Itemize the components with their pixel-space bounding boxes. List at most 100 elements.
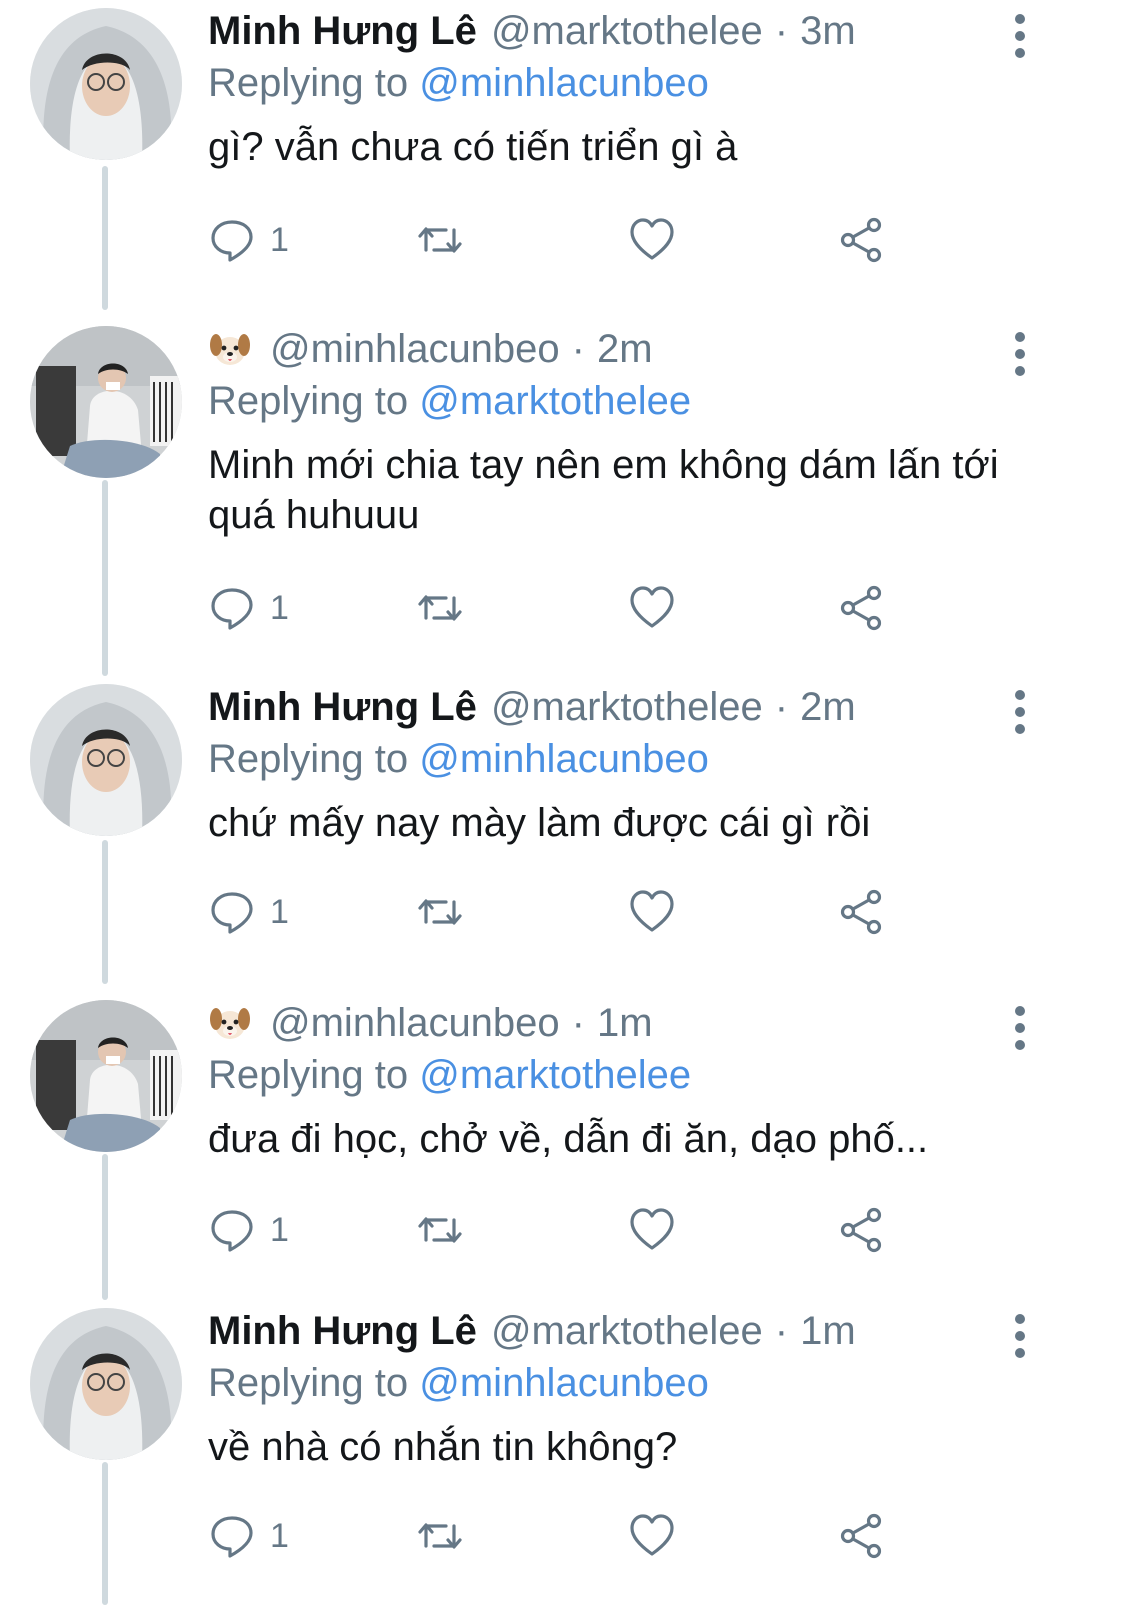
tweet[interactable]: Minh Hưng Lê @marktothelee · 1m Replying…: [0, 1300, 1125, 1605]
retweet-button[interactable]: [416, 210, 464, 270]
speech-bubble-icon: [211, 892, 253, 934]
share-nodes-icon: [840, 1513, 882, 1559]
heart-outline-icon: [630, 586, 674, 628]
tweet-text: đưa đi học, chở về, dẫn đi ăn, dạo phố..…: [208, 1117, 929, 1161]
heart-outline-icon: [630, 218, 674, 260]
tweet-timestamp[interactable]: 2m: [597, 324, 653, 374]
replying-to-mention[interactable]: @marktothelee: [419, 1053, 691, 1097]
replying-to-label: Replying to: [208, 61, 409, 105]
tweet-header: Minh Hưng Lê @marktothelee · 1m: [208, 1306, 856, 1356]
reply-button[interactable]: 1: [208, 1200, 289, 1260]
tweet[interactable]: @minhlacunbeo · 2m Replying to @marktoth…: [0, 318, 1125, 668]
tweet-header: @minhlacunbeo · 1m: [208, 998, 653, 1048]
retweet-arrows-icon: [418, 899, 462, 925]
separator-dot: ·: [774, 1309, 789, 1353]
like-button[interactable]: [628, 578, 676, 638]
separator-dot: ·: [571, 1001, 585, 1045]
more-options-icon[interactable]: [1006, 1006, 1034, 1050]
speech-bubble-icon: [211, 1210, 253, 1252]
tweet-actions: 1: [0, 210, 1125, 270]
replying-to: Replying to @minhlacunbeo: [208, 734, 709, 784]
replying-to-mention[interactable]: @minhlacunbeo: [419, 1361, 709, 1405]
replying-to-label: Replying to: [208, 379, 409, 423]
more-options-icon[interactable]: [1006, 690, 1034, 734]
author-handle[interactable]: @marktothelee: [491, 682, 763, 732]
replying-to: Replying to @marktothelee: [208, 376, 691, 426]
replying-to: Replying to @minhlacunbeo: [208, 58, 709, 108]
retweet-arrows-icon: [418, 1217, 462, 1243]
like-button[interactable]: [628, 882, 676, 942]
reply-button[interactable]: 1: [208, 882, 289, 942]
avatar-minhlacunbeo[interactable]: [30, 1000, 182, 1152]
author-name[interactable]: Minh Hưng Lê: [208, 6, 477, 56]
avatar-marktothelee[interactable]: [30, 8, 182, 160]
tweet-actions: 1: [0, 1200, 1125, 1260]
share-nodes-icon: [840, 217, 882, 263]
tweet-actions: 1: [0, 882, 1125, 942]
speech-bubble-icon: [211, 588, 253, 630]
reply-button[interactable]: 1: [208, 210, 289, 270]
heart-outline-icon: [630, 1208, 674, 1250]
tweet-header: Minh Hưng Lê @marktothelee · 3m: [208, 6, 856, 56]
author-name[interactable]: Minh Hưng Lê: [208, 1306, 477, 1356]
author-name[interactable]: Minh Hưng Lê: [208, 682, 477, 732]
tweet-text: chứ mấy nay mày làm được cái gì rồi: [208, 801, 871, 845]
reply-count: 1: [270, 220, 289, 259]
speech-bubble-icon: [211, 1516, 253, 1558]
retweet-arrows-icon: [418, 227, 462, 253]
tweet-timestamp[interactable]: 1m: [800, 1306, 856, 1356]
retweet-button[interactable]: [416, 1200, 464, 1260]
dog-face-emoji: [208, 329, 252, 369]
like-button[interactable]: [628, 210, 676, 270]
heart-outline-icon: [630, 890, 674, 932]
author-handle[interactable]: @minhlacunbeo: [270, 998, 560, 1048]
tweet-header: @minhlacunbeo · 2m: [208, 324, 653, 374]
reply-button[interactable]: 1: [208, 1506, 289, 1566]
share-button[interactable]: [838, 210, 886, 270]
retweet-arrows-icon: [418, 595, 462, 621]
tweet-actions: 1: [0, 578, 1125, 638]
like-button[interactable]: [628, 1200, 676, 1260]
author-handle[interactable]: @marktothelee: [491, 6, 763, 56]
share-button[interactable]: [838, 1200, 886, 1260]
tweet-timestamp[interactable]: 1m: [597, 998, 653, 1048]
tweet[interactable]: @minhlacunbeo · 1m Replying to @marktoth…: [0, 992, 1125, 1292]
reply-count: 1: [270, 892, 289, 931]
tweet-timestamp[interactable]: 2m: [800, 682, 856, 732]
like-button[interactable]: [628, 1506, 676, 1566]
tweet[interactable]: Minh Hưng Lê @marktothelee · 3m Replying…: [0, 0, 1125, 300]
more-options-icon[interactable]: [1006, 332, 1034, 376]
heart-outline-icon: [630, 1514, 674, 1556]
tweet-timestamp[interactable]: 3m: [800, 6, 856, 56]
share-button[interactable]: [838, 1506, 886, 1566]
author-handle[interactable]: @minhlacunbeo: [270, 324, 560, 374]
retweet-button[interactable]: [416, 1506, 464, 1566]
reply-count: 1: [270, 588, 289, 627]
more-options-icon[interactable]: [1006, 1314, 1034, 1358]
share-nodes-icon: [840, 1207, 882, 1253]
replying-to-mention[interactable]: @marktothelee: [419, 379, 691, 423]
replying-to-label: Replying to: [208, 1053, 409, 1097]
tweet[interactable]: Minh Hưng Lê @marktothelee · 2m Replying…: [0, 676, 1125, 976]
reply-count: 1: [270, 1516, 289, 1555]
dog-face-emoji: [208, 1003, 252, 1043]
replying-to-mention[interactable]: @minhlacunbeo: [419, 737, 709, 781]
author-handle[interactable]: @marktothelee: [491, 1306, 763, 1356]
avatar-marktothelee[interactable]: [30, 1308, 182, 1460]
retweet-button[interactable]: [416, 882, 464, 942]
replying-to-mention[interactable]: @minhlacunbeo: [419, 61, 709, 105]
replying-to-label: Replying to: [208, 737, 409, 781]
retweet-button[interactable]: [416, 578, 464, 638]
share-button[interactable]: [838, 578, 886, 638]
separator-dot: ·: [774, 9, 789, 53]
tweet-text: về nhà có nhắn tin không?: [208, 1425, 678, 1469]
replying-to-label: Replying to: [208, 1361, 409, 1405]
share-nodes-icon: [840, 585, 882, 631]
more-options-icon[interactable]: [1006, 14, 1034, 58]
reply-button[interactable]: 1: [208, 578, 289, 638]
tweet-actions: 1: [0, 1506, 1125, 1566]
avatar-minhlacunbeo[interactable]: [30, 326, 182, 478]
share-button[interactable]: [838, 882, 886, 942]
share-nodes-icon: [840, 889, 882, 935]
avatar-marktothelee[interactable]: [30, 684, 182, 836]
